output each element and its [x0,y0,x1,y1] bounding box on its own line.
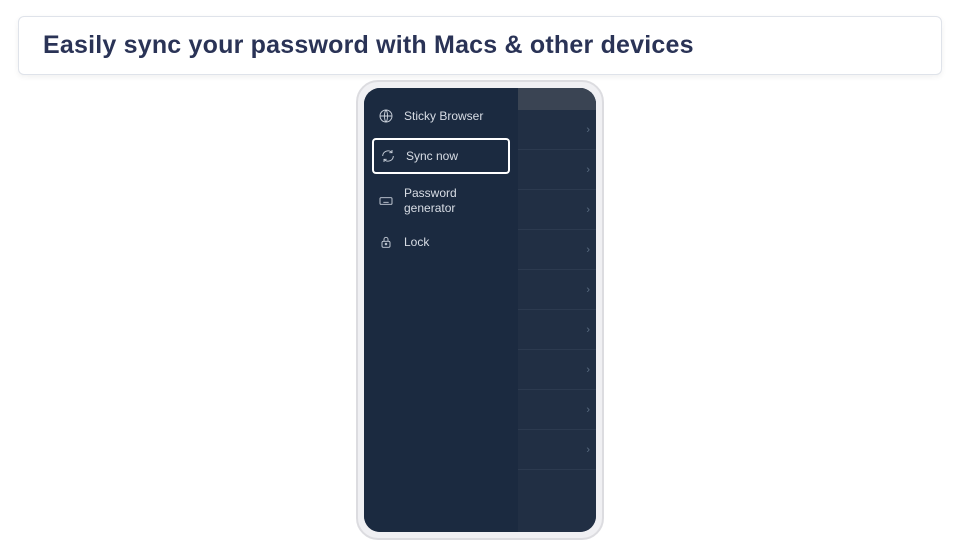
phone-frame: Sticky Browser Sync now Password generat… [356,80,604,540]
chevron-right-icon: › [586,244,590,256]
chevron-right-icon: › [586,444,590,456]
list-item[interactable]: › [518,390,596,430]
menu-item-sticky-browser[interactable]: Sticky Browser [364,98,518,134]
list-item[interactable]: › [518,190,596,230]
chevron-right-icon: › [586,164,590,176]
caption-text: Easily sync your password with Macs & ot… [43,31,694,59]
menu-item-password-generator[interactable]: Password generator [364,178,518,224]
drawer-menu: Sticky Browser Sync now Password generat… [364,88,518,532]
chevron-right-icon: › [586,204,590,216]
list-item[interactable]: › [518,230,596,270]
list-header-bar [518,88,596,110]
menu-label: Sticky Browser [404,109,483,124]
globe-icon [378,108,394,124]
list-item[interactable]: › [518,110,596,150]
sync-icon [380,148,396,164]
chevron-right-icon: › [586,364,590,376]
list-item[interactable]: › [518,350,596,390]
lock-icon [378,234,394,250]
keyboard-icon [378,193,394,209]
content-list: › › › › › › › › › [518,88,596,532]
caption-banner: Easily sync your password with Macs & ot… [18,16,942,75]
list-item[interactable]: › [518,270,596,310]
menu-item-lock[interactable]: Lock [364,224,518,260]
list-item[interactable]: › [518,150,596,190]
menu-label: Lock [404,235,429,250]
menu-label: Password generator [404,186,504,216]
chevron-right-icon: › [586,324,590,336]
chevron-right-icon: › [586,404,590,416]
menu-item-sync-now[interactable]: Sync now [372,138,510,174]
chevron-right-icon: › [586,124,590,136]
chevron-right-icon: › [586,284,590,296]
list-item[interactable]: › [518,430,596,470]
list-item[interactable]: › [518,310,596,350]
phone-screen: Sticky Browser Sync now Password generat… [364,88,596,532]
menu-label: Sync now [406,149,458,164]
